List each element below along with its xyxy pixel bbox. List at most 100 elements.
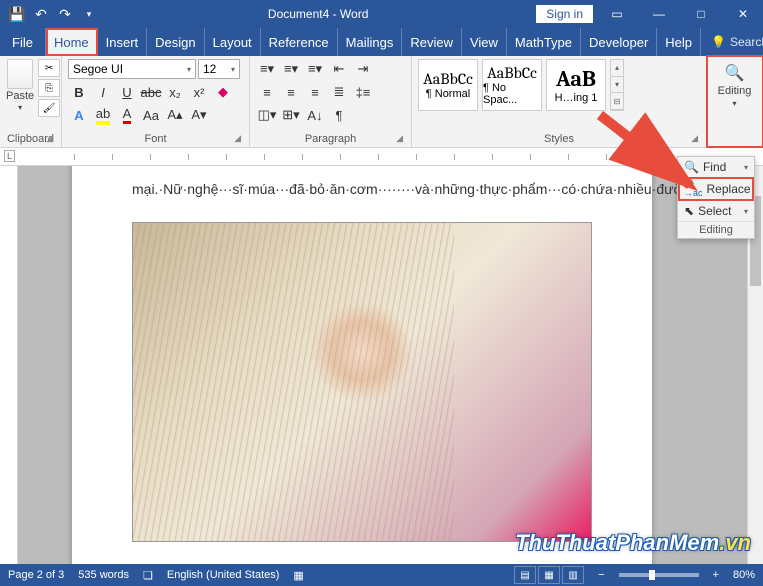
tab-insert[interactable]: Insert — [98, 28, 148, 56]
macro-icon[interactable]: ▦ — [293, 569, 303, 582]
increase-indent-icon[interactable]: ⇥ — [352, 59, 374, 79]
tab-references[interactable]: Reference — [261, 28, 338, 56]
align-right-icon[interactable]: ≡ — [304, 82, 326, 102]
redo-icon[interactable]: ↷ — [54, 3, 76, 25]
sign-in-button[interactable]: Sign in — [536, 5, 593, 23]
multilevel-list-icon[interactable]: ≡▾ — [304, 59, 326, 79]
search-field[interactable]: 💡 Search — [711, 35, 763, 49]
show-hide-marks-icon[interactable]: ¶ — [328, 105, 350, 125]
highlight-icon[interactable]: ab — [92, 105, 114, 125]
strikethrough-button[interactable]: abc — [140, 82, 162, 102]
shading-icon[interactable]: ◫▾ — [256, 105, 278, 125]
align-left-icon[interactable]: ≡ — [256, 82, 278, 102]
text-effects-icon[interactable]: A — [68, 105, 90, 125]
styles-launcher-icon[interactable]: ◢ — [691, 133, 698, 144]
document-page[interactable]: mại.·Nữ·nghệ···sĩ·múa···đã·bỏ·ăn·cơm····… — [72, 166, 652, 564]
tab-view[interactable]: View — [462, 28, 507, 56]
save-icon[interactable]: 💾 — [6, 3, 28, 25]
grow-font-icon[interactable]: A▴ — [164, 105, 186, 125]
cut-icon[interactable]: ✂ — [38, 59, 60, 77]
print-layout-icon[interactable]: ▦ — [538, 566, 560, 584]
close-icon[interactable]: ✕ — [725, 0, 761, 28]
qat-customize-icon[interactable]: ▾ — [78, 3, 100, 25]
editing-panel-label: Editing — [678, 221, 754, 238]
replace-button[interactable]: ab→ac Replace — [678, 177, 754, 201]
tab-layout[interactable]: Layout — [205, 28, 261, 56]
justify-icon[interactable]: ≣ — [328, 82, 350, 102]
copy-icon[interactable]: ⎘ — [38, 79, 60, 97]
group-styles: AaBbCc ¶ Normal AaBbCc ¶ No Spac... AaB … — [412, 56, 707, 147]
underline-button[interactable]: U — [116, 82, 138, 102]
page-indicator[interactable]: Page 2 of 3 — [8, 569, 64, 581]
zoom-out-icon[interactable]: − — [598, 569, 604, 581]
lightbulb-icon: 💡 — [711, 35, 726, 49]
line-spacing-icon[interactable]: ‡≡ — [352, 82, 374, 102]
font-size-combo[interactable]: 12▾ — [198, 59, 240, 79]
group-editing: 🔍 Editing ▾ — [707, 56, 763, 147]
subscript-button[interactable]: x₂ — [164, 82, 186, 102]
borders-icon[interactable]: ⊞▾ — [280, 105, 302, 125]
status-bar: Page 2 of 3 535 words ❏ English (United … — [0, 564, 763, 586]
paste-label: Paste — [6, 90, 34, 102]
maximize-icon[interactable]: □ — [683, 0, 719, 28]
shrink-font-icon[interactable]: A▾ — [188, 105, 210, 125]
group-clipboard: Paste ▾ ✂ ⎘ 🖌 Clipboard◢ — [0, 56, 62, 147]
superscript-button[interactable]: x² — [188, 82, 210, 102]
undo-icon[interactable]: ↶ — [30, 3, 52, 25]
tab-review[interactable]: Review — [402, 28, 462, 56]
paragraph-launcher-icon[interactable]: ◢ — [396, 133, 403, 144]
tab-developer[interactable]: Developer — [581, 28, 657, 56]
ribbon: Paste ▾ ✂ ⎘ 🖌 Clipboard◢ Segoe UI▾ 12▾ B… — [0, 56, 763, 148]
document-area[interactable]: mại.·Nữ·nghệ···sĩ·múa···đã·bỏ·ăn·cơm····… — [18, 166, 763, 564]
styles-gallery-scroll[interactable]: ▴▾⊟ — [610, 59, 624, 111]
clear-formatting-icon[interactable]: ◆ — [212, 82, 234, 102]
change-case-button[interactable]: Aa — [140, 105, 162, 125]
cursor-icon: ⬉ — [684, 204, 694, 218]
horizontal-ruler[interactable]: L — [0, 148, 763, 166]
tab-file[interactable]: File — [0, 28, 46, 56]
numbering-icon[interactable]: ≡▾ — [280, 59, 302, 79]
document-image[interactable] — [132, 222, 592, 542]
editing-dropdown-panel: 🔍 Find ▾ ab→ac Replace ⬉ Select ▾ Editin… — [677, 156, 755, 239]
find-button[interactable]: 🔍 Find ▾ — [678, 157, 754, 177]
tab-help[interactable]: Help — [657, 28, 701, 56]
document-text[interactable]: mại.·Nữ·nghệ···sĩ·múa···đã·bỏ·ăn·cơm····… — [132, 178, 592, 202]
vertical-ruler[interactable] — [0, 166, 18, 564]
zoom-level[interactable]: 80% — [733, 569, 755, 581]
read-mode-icon[interactable]: ▤ — [514, 566, 536, 584]
web-layout-icon[interactable]: ▥ — [562, 566, 584, 584]
window-title: Document4 - Word — [100, 7, 536, 21]
zoom-in-icon[interactable]: + — [713, 569, 719, 581]
bold-button[interactable]: B — [68, 82, 90, 102]
clipboard-launcher-icon[interactable]: ◢ — [46, 133, 53, 144]
replace-icon: ab→ac — [684, 180, 703, 198]
select-button[interactable]: ⬉ Select ▾ — [678, 201, 754, 221]
decrease-indent-icon[interactable]: ⇤ — [328, 59, 350, 79]
editing-dropdown-button[interactable]: 🔍 Editing ▾ — [713, 59, 756, 108]
tab-mathtype[interactable]: MathType — [507, 28, 581, 56]
italic-button[interactable]: I — [92, 82, 114, 102]
format-painter-icon[interactable]: 🖌 — [38, 99, 60, 117]
search-icon: 🔍 — [725, 63, 745, 83]
style-heading-1[interactable]: AaB H…ing 1 — [546, 59, 606, 111]
style-normal[interactable]: AaBbCc ¶ Normal — [418, 59, 478, 111]
clipboard-icon — [7, 59, 33, 89]
language-indicator[interactable]: English (United States) — [167, 569, 280, 581]
tab-design[interactable]: Design — [147, 28, 204, 56]
word-count[interactable]: 535 words — [78, 569, 129, 581]
font-name-combo[interactable]: Segoe UI▾ — [68, 59, 196, 79]
group-font: Segoe UI▾ 12▾ B I U abc x₂ x² ◆ A ab A A… — [62, 56, 250, 147]
spell-check-icon[interactable]: ❏ — [143, 569, 153, 582]
paste-button[interactable]: Paste ▾ — [6, 59, 34, 112]
tab-home[interactable]: Home — [46, 28, 98, 56]
align-center-icon[interactable]: ≡ — [280, 82, 302, 102]
sort-icon[interactable]: A↓ — [304, 105, 326, 125]
ribbon-display-options-icon[interactable]: ▭ — [599, 0, 635, 28]
style-no-spacing[interactable]: AaBbCc ¶ No Spac... — [482, 59, 542, 111]
font-color-icon[interactable]: A — [116, 105, 138, 125]
zoom-slider[interactable] — [619, 573, 699, 577]
bullets-icon[interactable]: ≡▾ — [256, 59, 278, 79]
font-launcher-icon[interactable]: ◢ — [234, 133, 241, 144]
minimize-icon[interactable]: — — [641, 0, 677, 28]
tab-mailings[interactable]: Mailings — [338, 28, 403, 56]
